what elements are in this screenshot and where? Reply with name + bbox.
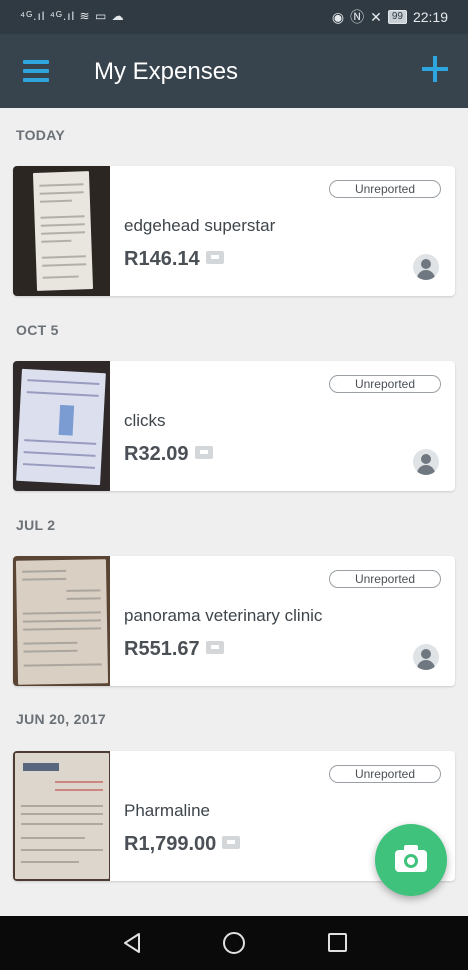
eye-icon: ◉: [331, 8, 345, 25]
battery-icon: 99: [387, 10, 407, 24]
user-avatar-icon: [413, 449, 439, 475]
receipt-thumbnail: [13, 361, 110, 491]
status-badge: Unreported: [329, 765, 441, 783]
merchant-name: clicks: [124, 411, 166, 430]
receipt-icon: [205, 251, 224, 264]
expense-card[interactable]: Unreported clicks R32.09: [13, 361, 455, 491]
clock: 22:19: [412, 9, 448, 25]
expense-amount: R32.09: [124, 443, 213, 466]
home-circle-icon[interactable]: [223, 932, 245, 954]
expense-list[interactable]: TODAY Unreported edgehead superstar R146…: [0, 108, 468, 916]
expense-card[interactable]: Unreported panorama veterinary clinic R5…: [13, 556, 455, 686]
expense-card[interactable]: Unreported edgehead superstar R146.14: [13, 166, 455, 296]
user-avatar-icon: [413, 254, 439, 280]
date-header: OCT 5: [16, 322, 59, 338]
amount-value: R551.67: [124, 638, 200, 660]
status-badge: Unreported: [329, 180, 441, 198]
receipt-thumbnail: [13, 556, 110, 686]
merchant-name: Pharmaline: [124, 801, 210, 820]
date-header: TODAY: [16, 127, 65, 143]
amount-value: R1,799.00: [124, 833, 217, 855]
status-badge: Unreported: [329, 375, 441, 393]
app-bar: My Expenses: [0, 34, 468, 108]
expense-amount: R1,799.00: [124, 833, 241, 856]
recents-square-icon[interactable]: [328, 933, 347, 952]
nfc-icon: Ⓝ: [350, 9, 365, 25]
merchant-name: edgehead superstar: [124, 216, 276, 235]
mute-icon: ✕: [370, 8, 382, 25]
receipt-icon: [194, 446, 213, 459]
date-header: JUL 2: [16, 517, 56, 533]
page-title: My Expenses: [94, 58, 239, 85]
hamburger-menu-icon[interactable]: [23, 60, 49, 82]
signal-indicators: ⁴ᴳ.ıl ⁴ᴳ.ıl ≋ ▭ ☁: [20, 9, 125, 23]
amount-value: R146.14: [124, 248, 200, 270]
date-header: JUN 20, 2017: [16, 711, 106, 727]
status-icons: ◉ Ⓝ ✕ 99 22:19: [332, 7, 448, 27]
amount-value: R32.09: [124, 443, 189, 465]
receipt-thumbnail: [13, 166, 110, 296]
receipt-thumbnail: [13, 751, 110, 881]
back-triangle-icon[interactable]: [121, 932, 143, 954]
user-avatar-icon: [413, 644, 439, 670]
merchant-name: panorama veterinary clinic: [124, 606, 323, 625]
status-bar: ⁴ᴳ.ıl ⁴ᴳ.ıl ≋ ▭ ☁ ◉ Ⓝ ✕ 99 22:19: [0, 0, 468, 34]
status-badge: Unreported: [329, 570, 441, 588]
add-expense-button[interactable]: [420, 54, 450, 84]
expense-amount: R551.67: [124, 638, 224, 661]
camera-capture-button[interactable]: [375, 824, 447, 896]
receipt-icon: [205, 641, 224, 654]
receipt-icon: [222, 836, 241, 849]
system-nav-bar: [0, 916, 468, 970]
expense-amount: R146.14: [124, 248, 224, 271]
